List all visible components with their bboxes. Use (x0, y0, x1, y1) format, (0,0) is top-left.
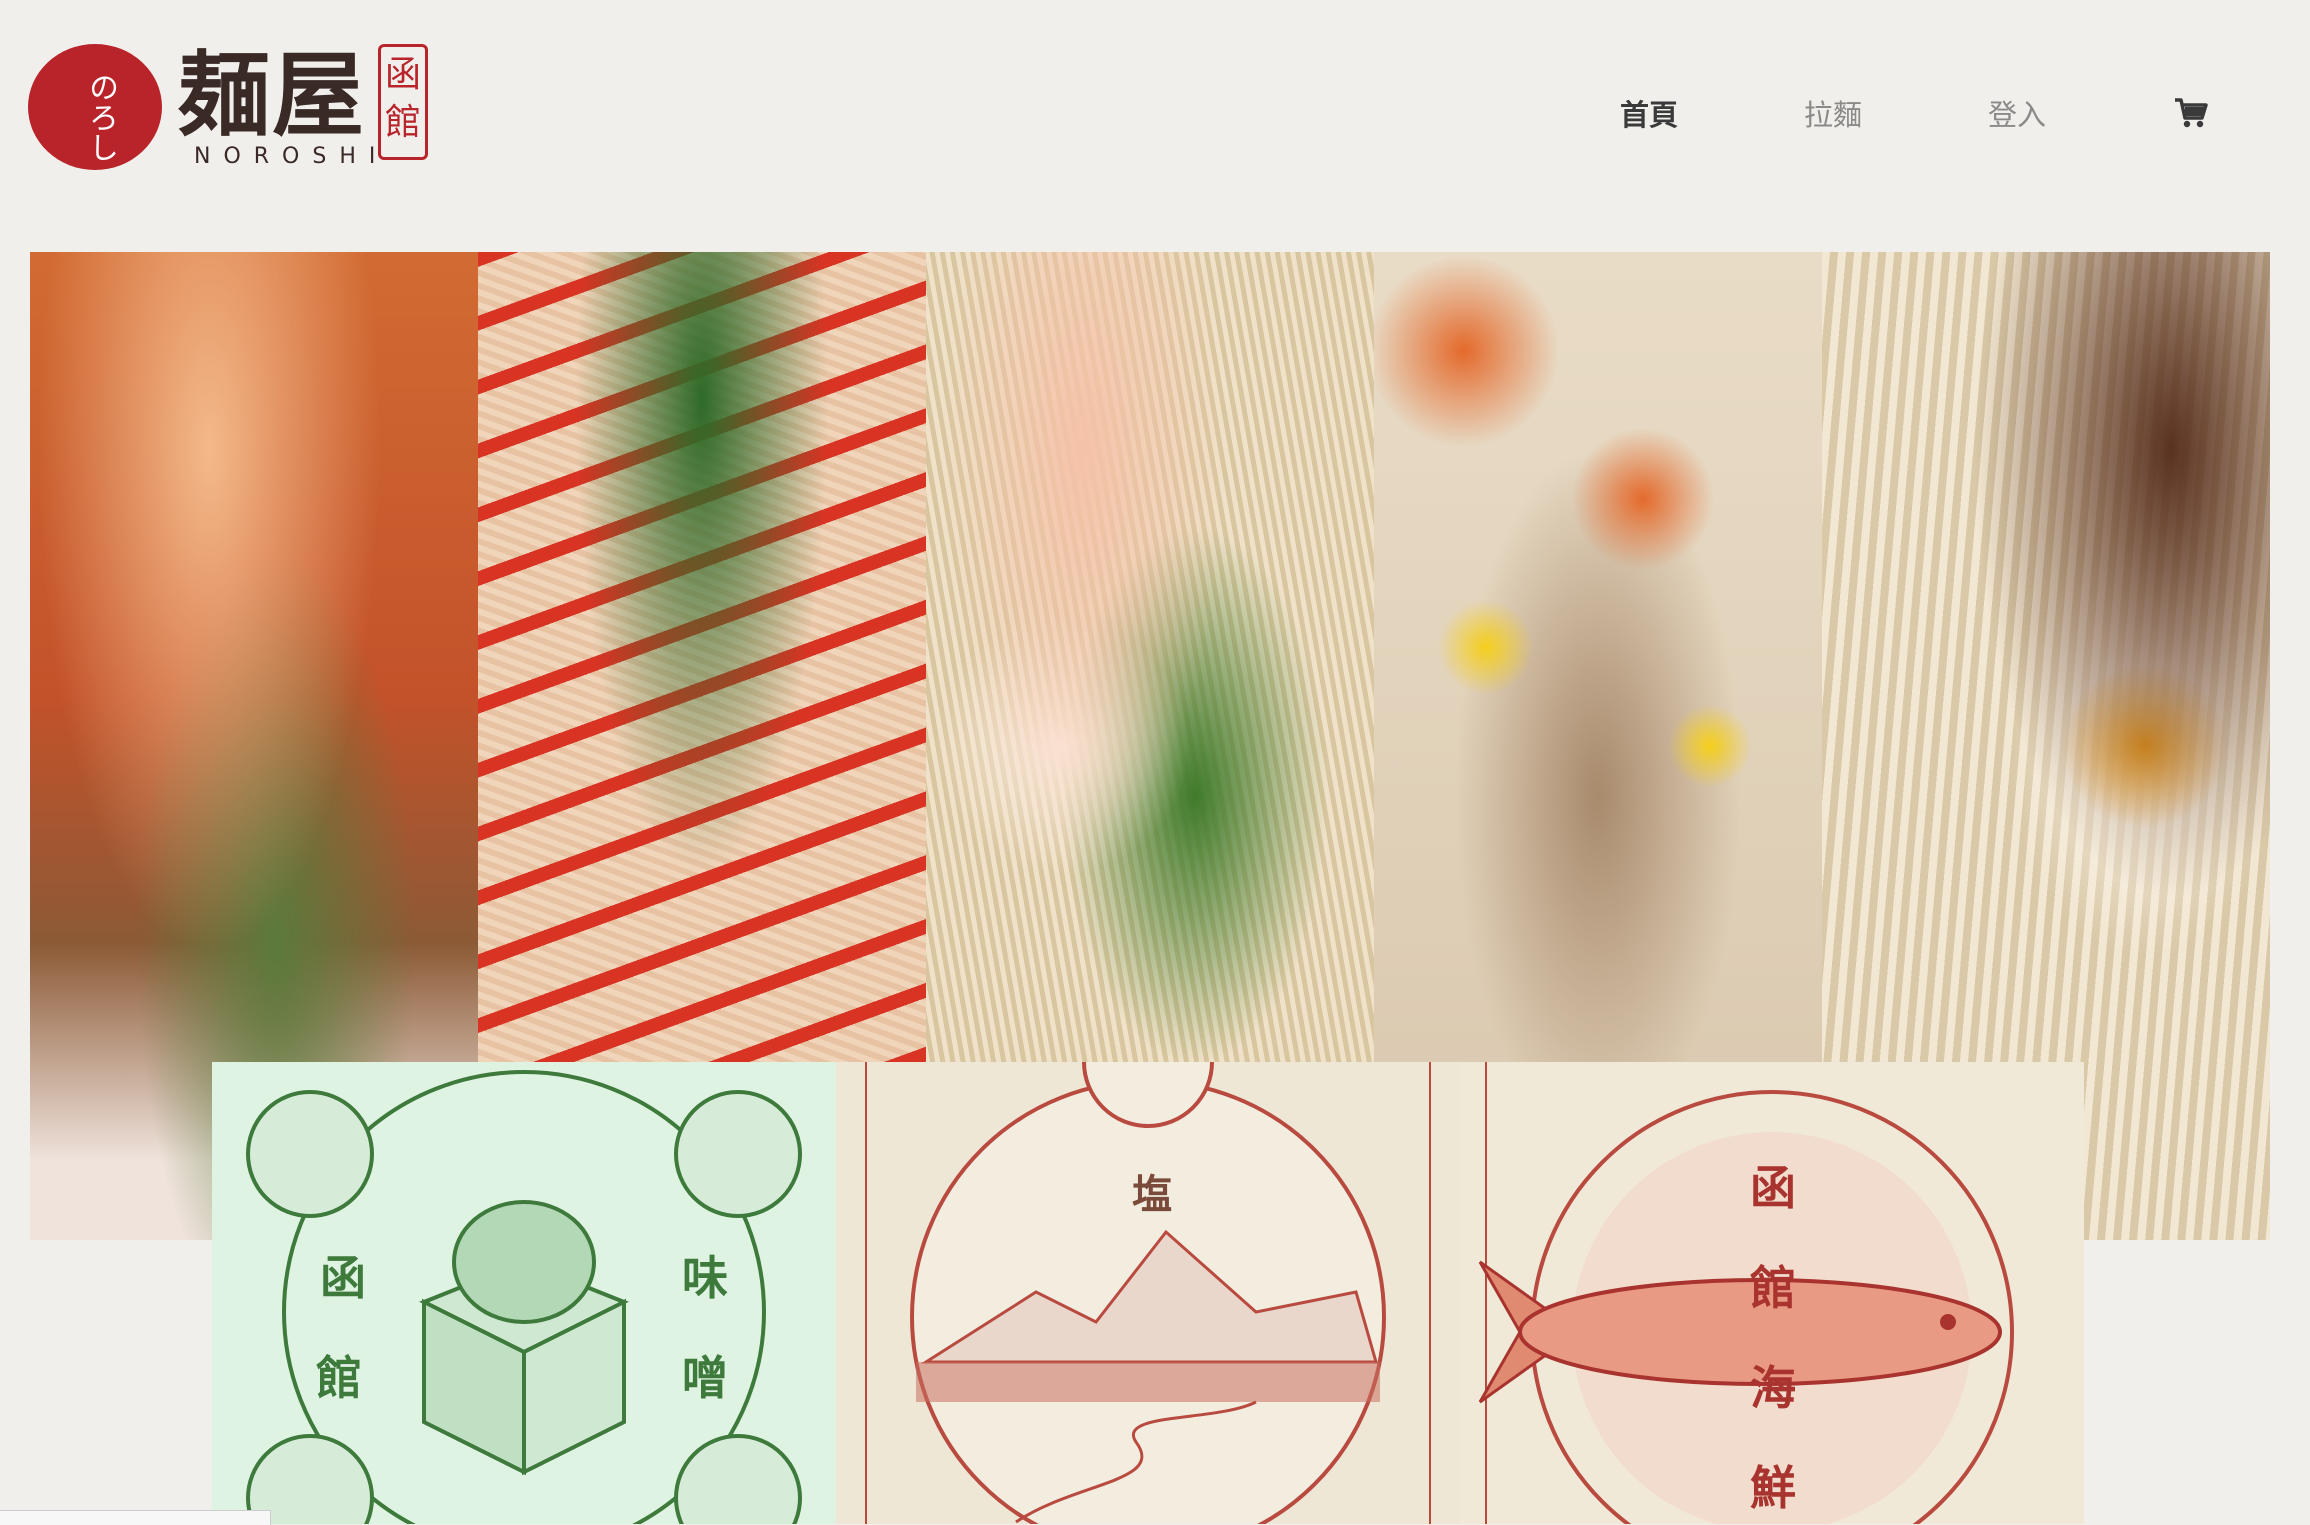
shio-illustration (865, 1062, 1431, 1524)
card-char: 函 (1750, 1161, 1796, 1215)
card-char: 鮮 (1750, 1461, 1796, 1515)
card-char: 館 (316, 1351, 362, 1405)
logo-seal: 函館 (378, 44, 428, 160)
card-char: 塩 (1132, 1171, 1172, 1218)
card-char: 函 (320, 1251, 366, 1305)
shio-ramen-card[interactable]: 塩 (836, 1062, 1460, 1524)
logo-subtitle: NOROSHI (194, 144, 389, 169)
hakodate-seafood-card[interactable]: 函 館 海 鮮 (1460, 1062, 2084, 1524)
logo-kana: のろし (83, 72, 118, 162)
miso-ramen-card[interactable]: 函 館 味 噌 (212, 1062, 836, 1524)
card-char: 館 (1750, 1261, 1796, 1315)
logo-circle: のろし (28, 44, 162, 170)
nav-item-login[interactable]: 登入 (1988, 92, 2046, 134)
miso-illustration (246, 1070, 802, 1524)
nav-item-home[interactable]: 首頁 (1620, 92, 1678, 134)
card-char: 味 (682, 1251, 728, 1305)
logo-title: 麺屋 (178, 41, 367, 149)
card-char: 海 (1750, 1361, 1796, 1415)
browser-status-bar (0, 1510, 271, 1525)
nav-item-ramen[interactable]: 拉麵 (1804, 92, 1862, 134)
brand-logo[interactable]: のろし 麺屋 函館 NOROSHI (28, 40, 438, 170)
shopping-cart-icon[interactable] (2174, 96, 2208, 130)
card-char: 噌 (682, 1351, 728, 1405)
